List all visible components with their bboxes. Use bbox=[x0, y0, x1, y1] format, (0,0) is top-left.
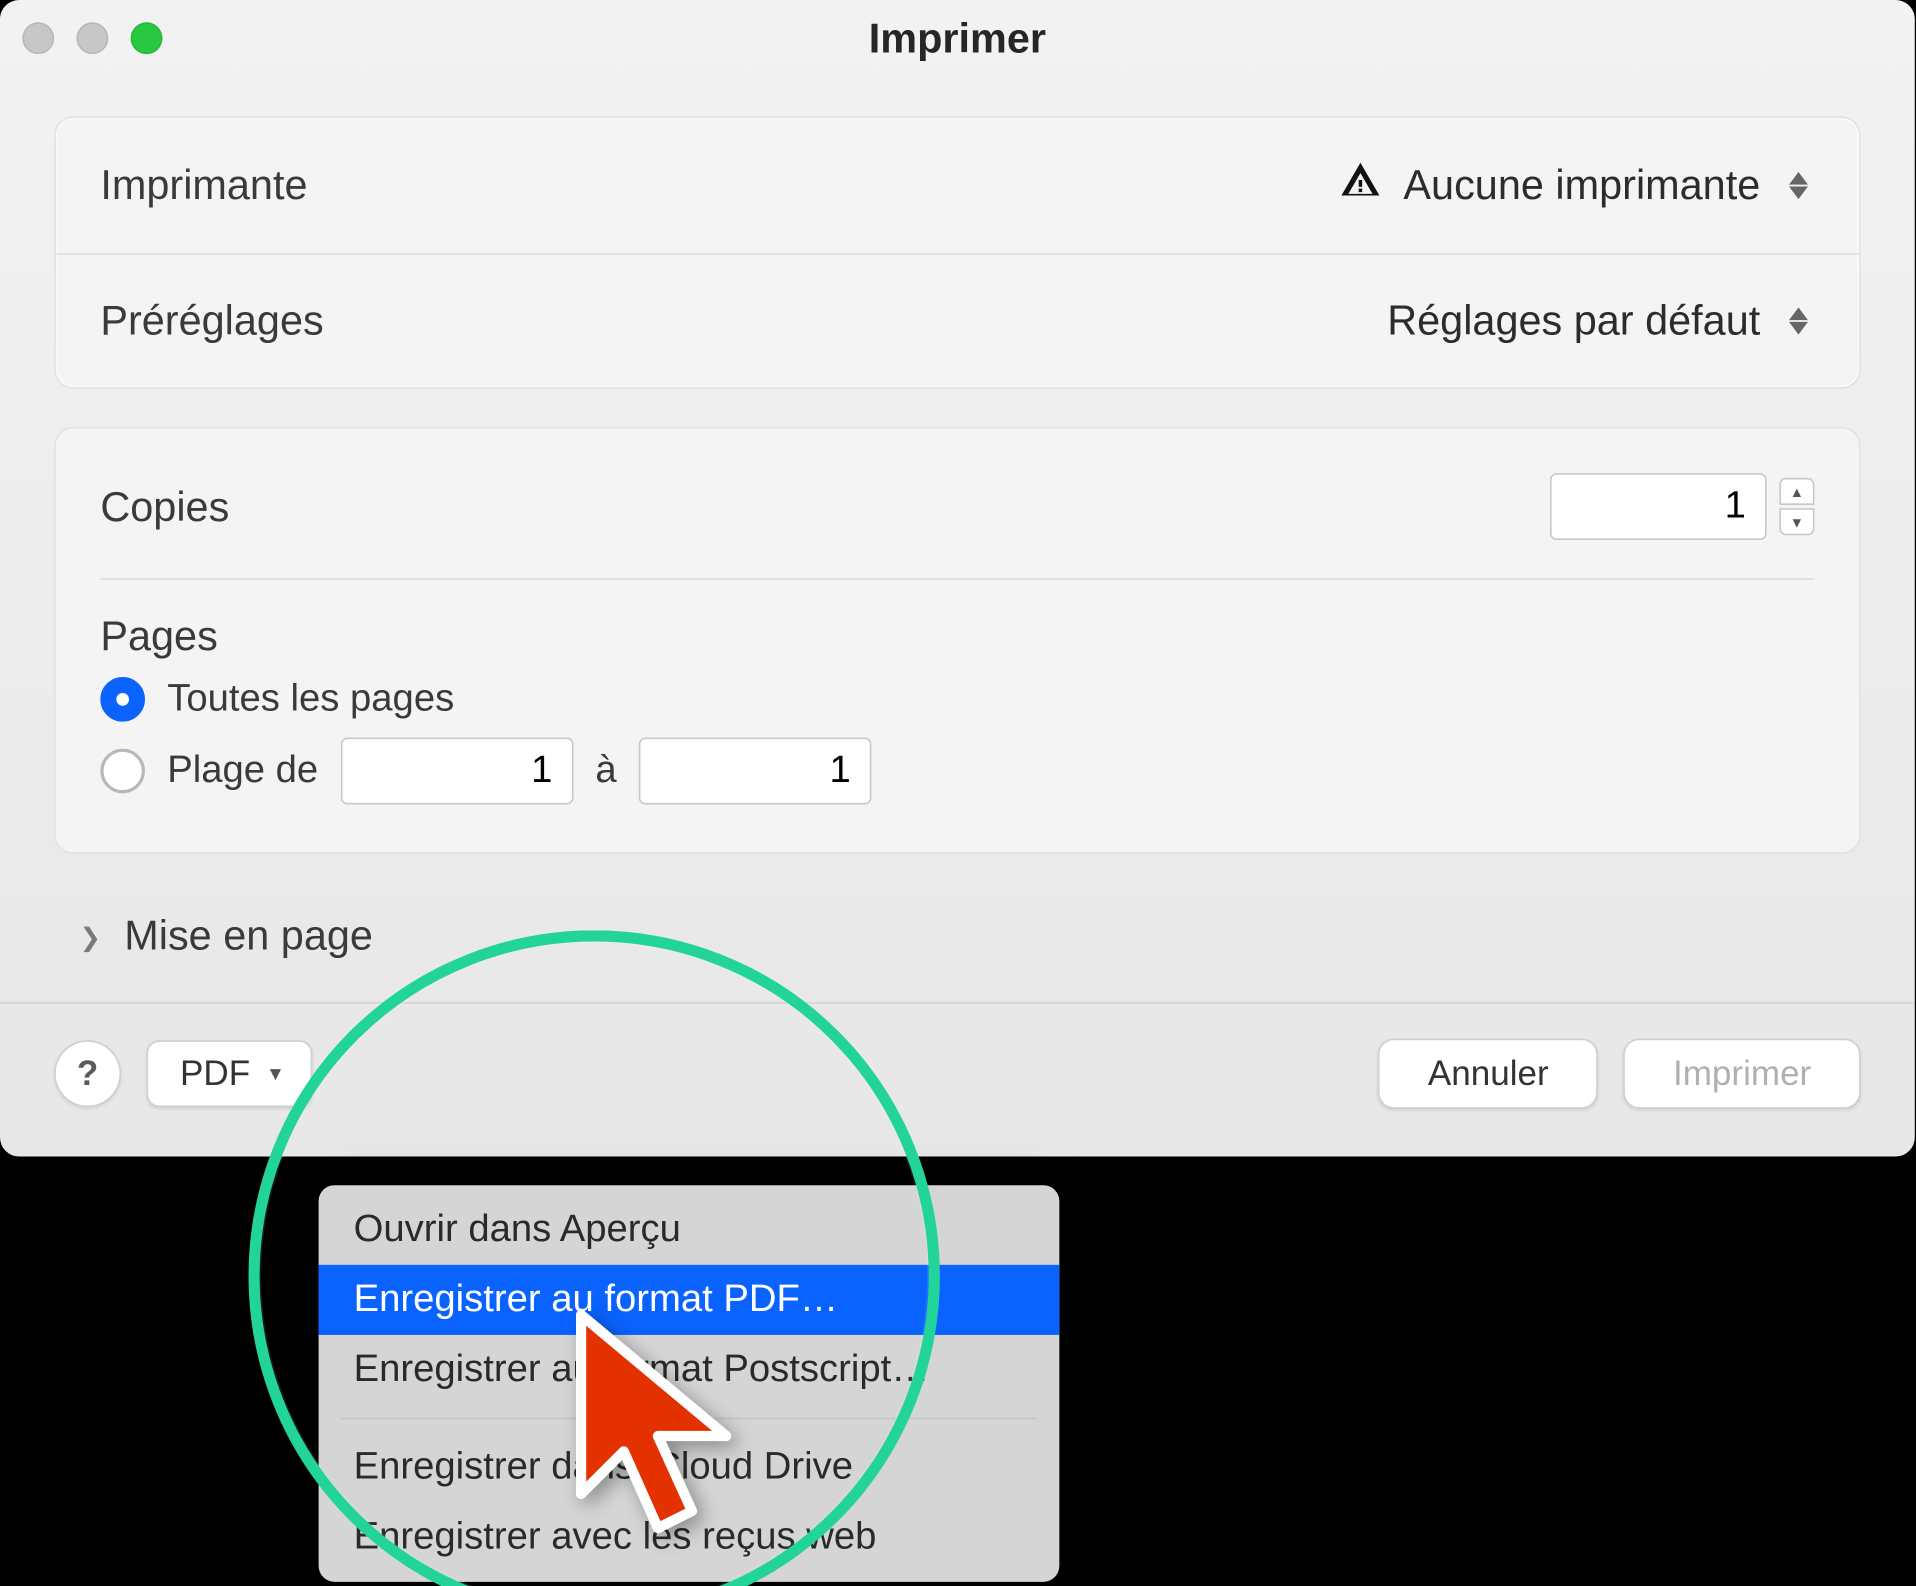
menu-item[interactable]: Enregistrer au format PDF… bbox=[319, 1265, 1060, 1335]
pages-range-radio[interactable] bbox=[100, 749, 145, 794]
layout-disclosure-label: Mise en page bbox=[124, 911, 373, 960]
zoom-window-button[interactable] bbox=[131, 22, 163, 54]
printer-row: Imprimante Aucune imprimante bbox=[56, 118, 1859, 253]
printer-label: Imprimante bbox=[100, 161, 307, 210]
copies-pages-panel: Copies ▲ ▼ Pages Toutes les pages bbox=[54, 427, 1860, 854]
cancel-button[interactable]: Annuler bbox=[1379, 1039, 1599, 1109]
printer-popup[interactable]: Aucune imprimante bbox=[1340, 159, 1815, 212]
minimize-window-button[interactable] bbox=[76, 22, 108, 54]
stepper-down-icon[interactable]: ▼ bbox=[1779, 508, 1814, 535]
copies-input[interactable] bbox=[1550, 473, 1767, 540]
pages-range-radio-row: Plage de à bbox=[100, 738, 1814, 805]
print-button-label: Imprimer bbox=[1673, 1053, 1811, 1094]
presets-label: Préréglages bbox=[100, 296, 323, 345]
menu-item[interactable]: Enregistrer au format Postscript… bbox=[319, 1335, 1060, 1405]
printer-presets-panel: Imprimante Aucune imprimante Préréglages bbox=[54, 116, 1860, 388]
pdf-dropdown-label: PDF bbox=[180, 1053, 250, 1094]
presets-row: Préréglages Réglages par défaut bbox=[56, 253, 1859, 387]
pages-all-radio-row: Toutes les pages bbox=[100, 677, 1814, 722]
menu-item[interactable]: Enregistrer avec les reçus web bbox=[319, 1502, 1060, 1572]
stepper-up-icon[interactable]: ▲ bbox=[1779, 478, 1814, 505]
cancel-button-label: Annuler bbox=[1428, 1053, 1549, 1094]
warning-icon bbox=[1340, 159, 1381, 212]
pdf-dropdown-button[interactable]: PDF ▼ bbox=[147, 1040, 312, 1107]
menu-separator bbox=[341, 1418, 1037, 1420]
pages-all-label: Toutes les pages bbox=[167, 677, 454, 722]
traffic-lights bbox=[22, 22, 162, 54]
pages-all-radio[interactable] bbox=[100, 677, 145, 722]
pages-to-input[interactable] bbox=[639, 738, 872, 805]
up-down-icon bbox=[1783, 163, 1815, 208]
presets-value: Réglages par défaut bbox=[1387, 296, 1760, 345]
up-down-icon bbox=[1783, 299, 1815, 344]
close-window-button[interactable] bbox=[22, 22, 54, 54]
pages-label: Pages bbox=[100, 612, 1814, 661]
help-button[interactable]: ? bbox=[54, 1040, 121, 1107]
presets-popup[interactable]: Réglages par défaut bbox=[1387, 296, 1814, 345]
chevron-down-icon: ▼ bbox=[266, 1063, 285, 1085]
menu-item[interactable]: Ouvrir dans Aperçu bbox=[319, 1195, 1060, 1265]
printer-value: Aucune imprimante bbox=[1403, 161, 1760, 210]
print-button[interactable]: Imprimer bbox=[1624, 1039, 1861, 1109]
pages-to-label: à bbox=[595, 749, 616, 794]
help-icon: ? bbox=[77, 1053, 98, 1094]
pages-range-label: Plage de bbox=[167, 749, 318, 794]
window-title: Imprimer bbox=[0, 14, 1915, 63]
copies-label: Copies bbox=[100, 482, 229, 531]
pdf-dropdown-menu: Ouvrir dans AperçuEnregistrer au format … bbox=[319, 1185, 1060, 1582]
layout-disclosure[interactable]: ❯ Mise en page bbox=[99, 911, 1861, 960]
menu-item[interactable]: Enregistrer dans iCloud Drive bbox=[319, 1432, 1060, 1502]
pages-group: Pages Toutes les pages Plage de à bbox=[100, 580, 1814, 805]
titlebar: Imprimer bbox=[0, 0, 1915, 72]
copies-row: Copies ▲ ▼ bbox=[100, 460, 1814, 579]
footer: ? PDF ▼ Annuler Imprimer bbox=[0, 1004, 1915, 1109]
print-dialog: Imprimer Imprimante Aucune imprimante bbox=[0, 0, 1915, 1157]
pages-from-input[interactable] bbox=[341, 738, 574, 805]
copies-stepper[interactable]: ▲ ▼ bbox=[1779, 478, 1814, 535]
chevron-right-icon: ❯ bbox=[80, 922, 102, 954]
